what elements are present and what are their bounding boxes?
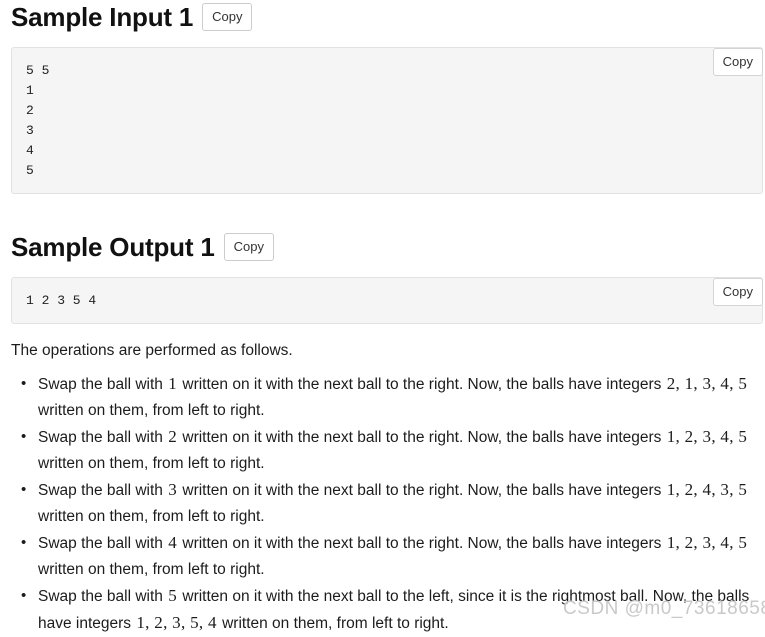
step-tail: written on them, from left to right. (38, 455, 265, 472)
page-title-sample-input: Sample Input 1 (11, 2, 194, 32)
copy-button-sample-input-header[interactable]: Copy (202, 3, 253, 31)
step-middle: written on it with the next ball to the … (182, 482, 662, 499)
copy-button-sample-output-header[interactable]: Copy (223, 233, 274, 261)
explanation-intro: The operations are performed as follows. (11, 342, 293, 359)
step-middle: written on it with the next ball to the … (182, 376, 662, 393)
sample-output-header: Sample Output 1 Copy (0, 230, 765, 264)
step-lead: Swap the ball with (38, 429, 163, 446)
list-item: Swap the ball with 2 written on it with … (21, 424, 765, 477)
sample-input-code: 5 5 1 2 3 4 5 (11, 47, 763, 194)
step-middle: written on it with the next ball to the … (182, 535, 662, 552)
copy-button-sample-output-block[interactable]: Copy (712, 278, 763, 306)
list-item: Swap the ball with 5 written on it with … (21, 583, 765, 637)
step-lead: Swap the ball with (38, 376, 163, 393)
step-ball-number: 3 (168, 480, 178, 499)
step-result-sequence: 1, 2, 4, 3, 5 (666, 480, 748, 499)
step-tail: written on them, from left to right. (38, 402, 265, 419)
step-result-sequence: 1, 2, 3, 4, 5 (666, 427, 748, 446)
step-middle: written on it with the next ball to the … (182, 429, 662, 446)
list-item: Swap the ball with 4 written on it with … (21, 530, 765, 583)
explanation-step-list: Swap the ball with 1 written on it with … (0, 371, 765, 637)
sample-input-header: Sample Input 1 Copy (0, 0, 765, 34)
step-result-sequence: 2, 1, 3, 4, 5 (666, 374, 748, 393)
copy-button-sample-input-block[interactable]: Copy (712, 48, 763, 76)
step-tail: written on them, from left to right. (222, 615, 449, 632)
list-item: Swap the ball with 3 written on it with … (21, 477, 765, 530)
step-tail: written on them, from left to right. (38, 508, 265, 525)
sample-input-code-wrap: 5 5 1 2 3 4 5 Copy (11, 47, 763, 194)
step-result-sequence: 1, 2, 3, 4, 5 (666, 533, 748, 552)
step-lead: Swap the ball with (38, 482, 163, 499)
sample-output-code-wrap: 1 2 3 5 4 Copy (11, 277, 763, 324)
page-root: Sample Input 1 Copy 5 5 1 2 3 4 5 Copy S… (0, 0, 765, 632)
page-title-sample-output: Sample Output 1 (11, 232, 215, 262)
step-tail: written on them, from left to right. (38, 561, 265, 578)
step-ball-number: 1 (168, 374, 178, 393)
step-lead: Swap the ball with (38, 535, 163, 552)
step-ball-number: 4 (168, 533, 178, 552)
step-ball-number: 2 (168, 427, 178, 446)
step-lead: Swap the ball with (38, 588, 163, 605)
step-ball-number: 5 (168, 586, 178, 605)
sample-output-code: 1 2 3 5 4 (11, 277, 763, 324)
list-item: Swap the ball with 1 written on it with … (21, 371, 765, 424)
step-result-sequence: 1, 2, 3, 5, 4 (136, 613, 217, 632)
